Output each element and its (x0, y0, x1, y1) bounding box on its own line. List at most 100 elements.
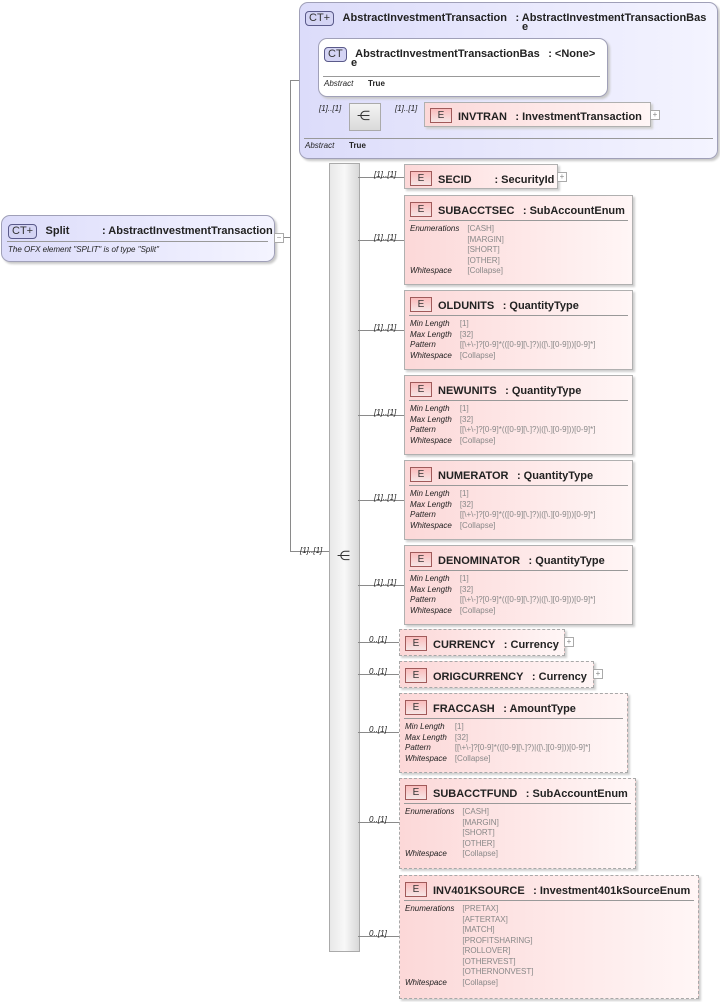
facet-value: [OTHER] (462, 838, 495, 848)
facet-label: Whitespace (410, 266, 452, 275)
base-type-wrap: e (522, 21, 529, 33)
connector (290, 80, 299, 81)
facet-label: Whitespace (410, 350, 452, 360)
element-icon: E (405, 700, 427, 716)
element-numerator[interactable]: E NUMERATOR : QuantityType Min Length [1] Ma… (404, 460, 633, 540)
base-type: : AbstractInvestmentTransactionBas (515, 12, 707, 24)
facet-value: [1] (459, 574, 469, 583)
element-newunits[interactable]: E NEWUNITS : QuantityType Min Length [1] Max… (404, 375, 633, 455)
facet-value: [32] (454, 732, 469, 742)
type-name: AbstractInvestmentTransactionBas (355, 48, 540, 60)
expand-toggle[interactable]: + (564, 637, 574, 647)
element-inv401ksource[interactable]: E INV401KSOURCE : Investment401kSourceEnu… (399, 875, 699, 999)
element-name: INVTRAN (458, 111, 507, 123)
sequence-icon: ⋲ (337, 548, 350, 563)
facet-label: Whitespace (410, 435, 452, 445)
facet-value: [Collapse] (467, 266, 503, 275)
facet-label: Max Length (410, 584, 452, 594)
element-name: SUBACCTSEC (438, 205, 515, 217)
split-description: The OFX element "SPLIT" is of type "Spli… (8, 245, 159, 254)
facet-label: Min Length (410, 574, 450, 583)
facet-label: Min Length (410, 319, 450, 328)
element-name: NEWUNITS (438, 385, 497, 397)
sequence-compositor[interactable]: ⋲ (349, 103, 381, 131)
facet-value: [Collapse] (454, 753, 491, 763)
cardinality: 0..[1] (369, 725, 387, 734)
facet-label: Whitespace (410, 520, 452, 530)
element-name: ORIGCURRENCY (433, 671, 524, 683)
cardinality: [1]..[1] (374, 493, 397, 502)
facet-label: Pattern (410, 340, 436, 349)
facet-value: [Collapse] (459, 435, 496, 445)
element-icon: E (405, 785, 427, 801)
cardinality: [1]..[1] (374, 233, 397, 242)
element-type: : SubAccountEnum (525, 788, 628, 800)
element-name: FRACCASH (433, 703, 495, 715)
collapse-toggle[interactable]: − (274, 233, 284, 243)
element-type: : Currency (503, 639, 559, 651)
element-icon: E (410, 552, 432, 568)
element-name: SECID (438, 174, 472, 186)
split-complex-type[interactable]: CT+ Split : AbstractInvestmentTransactio… (1, 215, 275, 262)
element-origcurrency[interactable]: E ORIGCURRENCY : Currency (399, 661, 594, 688)
facet-value: [SHORT] (467, 245, 500, 254)
element-oldunits[interactable]: E OLDUNITS : QuantityType Min Length [1] Max… (404, 290, 633, 370)
abstract-value: True (349, 141, 366, 150)
facet-value: [CASH] (462, 807, 490, 816)
facet-label: Pattern (410, 425, 436, 434)
element-type: : InvestmentTransaction (515, 111, 642, 123)
cardinality: 0..[1] (369, 667, 387, 676)
element-type: : AmountType (503, 703, 576, 715)
cardinality: 0..[1] (369, 635, 387, 644)
base-type: : <None> (548, 48, 596, 60)
element-subacctsec[interactable]: E SUBACCTSEC : SubAccountEnum Enumerations… (404, 195, 633, 285)
facet-value: [1] (459, 319, 469, 328)
facet-value: [Collapse] (459, 605, 496, 615)
facet-value: [MARGIN] (462, 817, 499, 827)
element-name: OLDUNITS (438, 300, 495, 312)
facet-value: [MATCH] (462, 925, 495, 934)
element-name: CURRENCY (433, 639, 496, 651)
facet-value: [32] (459, 414, 474, 424)
cardinality: [1]..[1] (395, 104, 418, 113)
facet-value: [[\+\-]?[0-9]*(([0-9][\.]?)|([\.][0-9]))… (459, 510, 596, 519)
element-denominator[interactable]: E DENOMINATOR : QuantityType Min Length [1]… (404, 545, 633, 625)
sequence-icon: ⋲ (357, 108, 370, 123)
facet-value: [[\+\-]?[0-9]*(([0-9][\.]?)|([\.][0-9]))… (459, 595, 596, 604)
element-icon: E (405, 636, 427, 652)
element-type: : Currency (531, 671, 587, 683)
element-type: : QuantityType (516, 470, 594, 482)
element-name: INV401KSOURCE (433, 885, 525, 897)
element-name: SUBACCTFUND (433, 788, 518, 800)
cardinality: [1]..[1] (374, 578, 397, 587)
cardinality: [1]..[1] (374, 323, 397, 332)
element-type: : QuantityType (528, 555, 605, 567)
element-currency[interactable]: E CURRENCY : Currency (399, 629, 565, 656)
element-icon: E (410, 297, 432, 313)
element-fraccash[interactable]: E FRACCASH : AmountType Min Length [1] Max L… (399, 693, 628, 773)
element-icon: E (410, 202, 432, 218)
element-icon: E (410, 382, 432, 398)
facet-label: Whitespace (405, 753, 447, 763)
facet-value: [[\+\-]?[0-9]*(([0-9][\.]?)|([\.][0-9]))… (454, 743, 591, 752)
facet-label: Min Length (410, 489, 450, 498)
facet-label: Whitespace (405, 849, 447, 858)
facet-value: [CASH] (467, 224, 495, 233)
expand-toggle[interactable]: + (557, 172, 567, 182)
element-icon: E (405, 882, 427, 898)
element-invtran[interactable]: E INVTRAN : InvestmentTransaction (424, 102, 651, 127)
cardinality: [1]..[1] (300, 546, 323, 555)
expand-toggle[interactable]: + (650, 110, 660, 120)
facet-value: [Collapse] (462, 977, 498, 987)
facet-label: Pattern (410, 510, 436, 519)
element-name: DENOMINATOR (438, 555, 521, 567)
abstract-investment-transaction-base-type[interactable]: CT AbstractInvestmentTransactionBas : <N… (318, 38, 608, 97)
element-name: NUMERATOR (438, 470, 509, 482)
facet-value: [OTHERVEST] (462, 956, 516, 966)
element-subacctfund[interactable]: E SUBACCTFUND : SubAccountEnum Enumeration… (399, 778, 636, 869)
facet-label: Max Length (410, 329, 452, 339)
element-secid[interactable]: E SECID : SecurityId (404, 164, 558, 189)
cardinality: [1]..[1] (374, 170, 397, 179)
facet-label: Max Length (410, 414, 452, 424)
expand-toggle[interactable]: + (593, 669, 603, 679)
